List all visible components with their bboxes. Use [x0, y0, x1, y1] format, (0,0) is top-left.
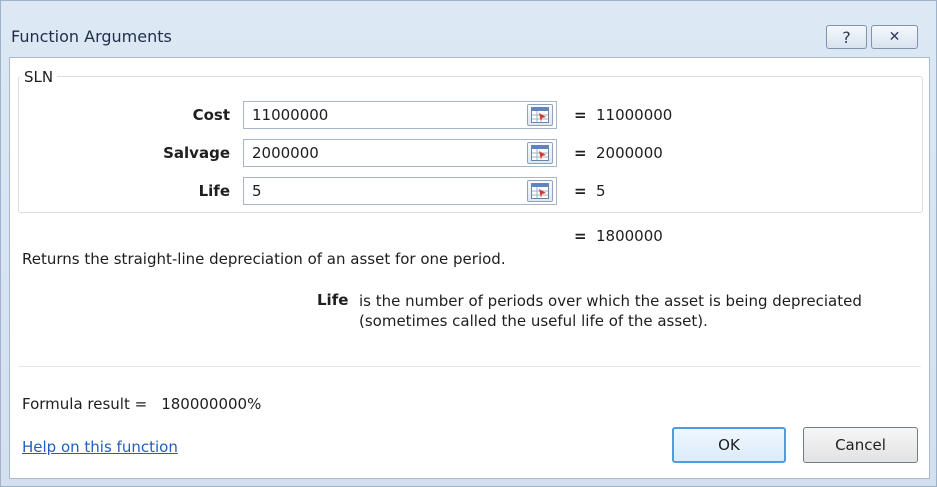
life-collapse-button[interactable]	[527, 180, 553, 202]
arg-label-cost: Cost	[192, 106, 230, 124]
life-equals: =	[574, 182, 587, 200]
cancel-button[interactable]: Cancel	[803, 427, 918, 463]
salvage-equals: =	[574, 144, 587, 162]
collapse-dialog-icon	[531, 107, 549, 123]
help-icon: ?	[842, 27, 851, 47]
cost-input[interactable]	[243, 101, 557, 129]
close-button[interactable]: ✕	[871, 25, 918, 49]
cost-equals: =	[574, 106, 587, 124]
function-description: Returns the straight-line depreciation o…	[22, 250, 506, 268]
salvage-result: 2000000	[596, 144, 663, 162]
dialog-title: Function Arguments	[11, 27, 172, 46]
formula-result-value: 180000000%	[161, 395, 262, 413]
separator	[18, 366, 921, 367]
function-name: SLN	[20, 68, 58, 86]
salvage-input[interactable]	[243, 139, 557, 167]
close-icon: ✕	[888, 29, 901, 45]
cost-result: 11000000	[596, 106, 673, 124]
help-button[interactable]: ?	[826, 25, 867, 49]
overall-result: 1800000	[596, 227, 663, 245]
collapse-dialog-icon	[531, 183, 549, 199]
ok-button[interactable]: OK	[672, 427, 786, 463]
dialog-body: SLN Cost = 11000000 Salvage	[9, 57, 930, 479]
title-bar: Function Arguments ? ✕	[1, 1, 936, 49]
formula-result-label: Formula result =	[22, 395, 148, 413]
arg-label-salvage: Salvage	[163, 144, 230, 162]
formula-result: Formula result = 180000000%	[22, 395, 261, 413]
salvage-collapse-button[interactable]	[527, 142, 553, 164]
current-arg-name: Life	[317, 291, 349, 309]
help-on-function-link[interactable]: Help on this function	[22, 438, 178, 456]
life-input[interactable]	[243, 177, 557, 205]
current-arg-description: is the number of periods over which the …	[359, 292, 862, 330]
arg-label-life: Life	[198, 182, 230, 200]
life-result: 5	[596, 182, 606, 200]
function-arguments-dialog: Function Arguments ? ✕ SLN Cost = 110000…	[0, 0, 937, 487]
cost-collapse-button[interactable]	[527, 104, 553, 126]
collapse-dialog-icon	[531, 145, 549, 161]
overall-equals: =	[574, 227, 587, 245]
